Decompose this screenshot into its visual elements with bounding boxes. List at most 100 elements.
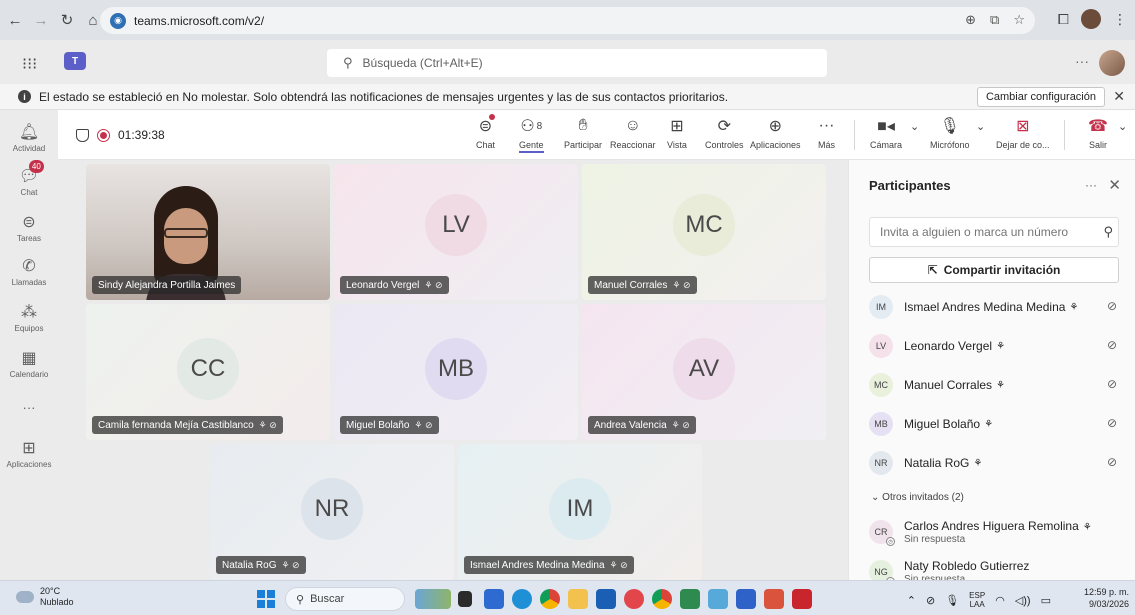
participant-nameplate: Miguel Bolaño ⚘ ⊘ [340,416,439,434]
guest-row[interactable]: CR ◷ Carlos Andres Higuera Remolina ⚘ Sin … [869,514,1119,550]
powerpoint-app-icon[interactable] [764,589,784,609]
zoom-icon[interactable]: ⊕ [965,12,976,28]
participant-tile[interactable]: AV Andrea Valencia ⚘ ⊘ [582,304,826,440]
settings-more-icon[interactable]: ··· [1075,53,1089,69]
back-arrow-icon[interactable]: ← [4,9,26,31]
people-button[interactable]: ⚇ 8 Gente [519,114,544,153]
media-app-icon[interactable] [624,589,644,609]
files-app-icon[interactable] [484,589,504,609]
teams-search-input[interactable]: ⚲ Búsqueda (Ctrl+Alt+E) [327,49,827,77]
chrome-browser-icon[interactable] [540,589,560,609]
participant-row[interactable]: MC Manuel Corrales ⚘ ⊘ [869,370,1119,400]
invite-input[interactable] [869,217,1119,247]
participant-tile[interactable]: LV Leonardo Vergel ⚘ ⊘ [334,164,578,300]
excel-app-icon[interactable] [680,589,700,609]
participant-row[interactable]: IM Ismael Andres Medina Medina ⚘ ⊘ [869,292,1119,322]
microphone-tray-icon[interactable]: 🎙︎ [945,594,959,607]
toolbar-divider [1064,120,1065,150]
stop-sharing-button[interactable]: ⊠ Dejar de co... [996,114,1050,150]
mic-off-icon[interactable]: ⊘ [1107,455,1117,469]
bookmark-star-icon[interactable]: ☆ [1013,12,1025,28]
forward-arrow-icon[interactable]: → [30,9,52,31]
windows-start-icon[interactable] [257,590,275,608]
rail-item-more[interactable]: ··· [0,398,58,415]
participant-row[interactable]: NR Natalia RoG ⚘ ⊘ [869,448,1119,478]
microphone-button[interactable]: 🎙︎ Micrófono [930,114,970,150]
app-launcher-icon[interactable]: ⁝⁝⁝ [22,54,37,74]
shield-icon[interactable] [76,128,89,142]
view-button[interactable]: ⊞ Vista [667,114,687,150]
weather-widget[interactable]: 20°C Nublado [16,586,74,608]
chat-button[interactable]: ⊜ Chat [476,114,496,150]
camera-button[interactable]: ■◂ Cámara [870,114,902,150]
file-explorer-icon[interactable] [568,589,588,609]
edge-browser-icon[interactable] [512,589,532,609]
other-invitees-toggle[interactable]: ⌄ Otros invitados (2) [871,492,964,503]
participant-tile[interactable]: NR Natalia RoG ⚘ ⊘ [210,444,454,580]
leave-button[interactable]: ☎ Salir [1088,114,1108,150]
user-avatar[interactable] [1099,50,1125,76]
rail-item-tasks[interactable]: ⊜ Tareas [0,212,58,243]
chrome-profile-icon[interactable] [652,589,672,609]
close-icon[interactable]: ✕ [1108,176,1121,194]
search-icon: ⚲ [1103,224,1113,239]
mic-off-icon[interactable]: ⊘ [1107,338,1117,352]
participant-tile[interactable]: CC Camila fernanda Mejía Castiblanco ⚘ ⊘ [86,304,330,440]
mic-off-icon[interactable]: ⊘ [1107,377,1117,391]
share-invite-button[interactable]: ⇱ Compartir invitación [869,257,1119,283]
mic-off-icon[interactable]: ⊘ [1107,416,1117,430]
participant-tile-video[interactable]: Sindy Alejandra Portilla Jaimes [86,164,330,300]
rail-item-calendar[interactable]: ▦ Calendario [0,348,58,379]
participant-tile[interactable]: MC Manuel Corrales ⚘ ⊘ [582,164,826,300]
system-clock[interactable]: 12:59 p. m. 9/03/2026 [1084,586,1129,610]
mic-options-chevron-icon[interactable]: ⌄ [976,114,985,138]
avatar: NR [301,478,363,540]
participant-tile[interactable]: IM Ismael Andres Medina Medina ⚘ ⊘ [458,444,702,580]
avatar: MB [425,338,487,400]
taskbar-search[interactable]: ⚲ Buscar [285,587,405,611]
camera-options-chevron-icon[interactable]: ⌄ [910,114,919,138]
info-icon: i [18,90,31,103]
raise-hand-button[interactable]: ✋︎ Participar [564,114,602,150]
battery-icon[interactable]: ▭ [1041,594,1051,607]
volume-icon[interactable]: ◁)) [1015,594,1031,607]
browser-menu-icon[interactable]: ⋮ [1113,11,1127,28]
extensions-icon[interactable]: ⧠ [1058,11,1069,28]
site-info-icon[interactable]: ◉ [110,12,126,29]
cast-icon[interactable]: ⧉ [990,12,999,28]
avatar: LV [425,194,487,256]
rail-item-calls[interactable]: ✆ Llamadas [0,256,58,287]
controls-button[interactable]: ⟳ Controles [705,114,744,150]
chevron-up-icon[interactable]: ⌃ [907,594,916,607]
participant-row[interactable]: LV Leonardo Vergel ⚘ ⊘ [869,331,1119,361]
rail-item-teams[interactable]: ⁂ Equipos [0,302,58,333]
apps-button[interactable]: ⊕ Aplicaciones [750,114,801,150]
share-mic-off-icon: ⚘ ⊘ [281,559,300,570]
leave-options-chevron-icon[interactable]: ⌄ [1118,114,1127,138]
more-button[interactable]: ··· Más [818,114,835,150]
rail-item-chat[interactable]: 💬︎ 40 Chat [0,160,58,197]
pdf-reader-icon[interactable] [792,589,812,609]
participant-tile[interactable]: MB Miguel Bolaño ⚘ ⊘ [334,304,578,440]
wifi-icon[interactable]: ◠ [995,594,1005,607]
task-view-icon[interactable] [458,591,472,607]
change-settings-button[interactable]: Cambiar configuración [976,87,1105,107]
word-app-icon[interactable] [736,589,756,609]
reload-icon[interactable]: ↻ [56,9,78,31]
mic-off-icon[interactable]: ⊘ [1107,299,1117,313]
browser-profile-avatar[interactable] [1081,9,1101,29]
language-indicator[interactable]: ESP LAA [969,591,985,609]
avatar: NR [869,451,893,475]
store-app-icon[interactable] [596,589,616,609]
participant-row[interactable]: MB Miguel Bolaño ⚘ ⊘ [869,409,1119,439]
widgets-app-icon[interactable] [415,589,451,609]
react-button[interactable]: ☺ Reaccionar [610,114,656,150]
rail-item-activity[interactable]: 🔔︎ Actividad [0,122,58,153]
close-icon[interactable]: ✕ [1113,88,1125,105]
location-off-icon[interactable]: ⊘ [926,594,935,607]
network-app-icon[interactable] [708,589,728,609]
panel-more-icon[interactable]: ··· [1085,178,1097,192]
avatar: CR ◷ [869,520,895,546]
rail-item-apps[interactable]: ⊞ Aplicaciones [0,438,58,469]
address-bar[interactable]: ◉ teams.microsoft.com/v2/ ⊕ ⧉ ☆ [100,7,1035,34]
